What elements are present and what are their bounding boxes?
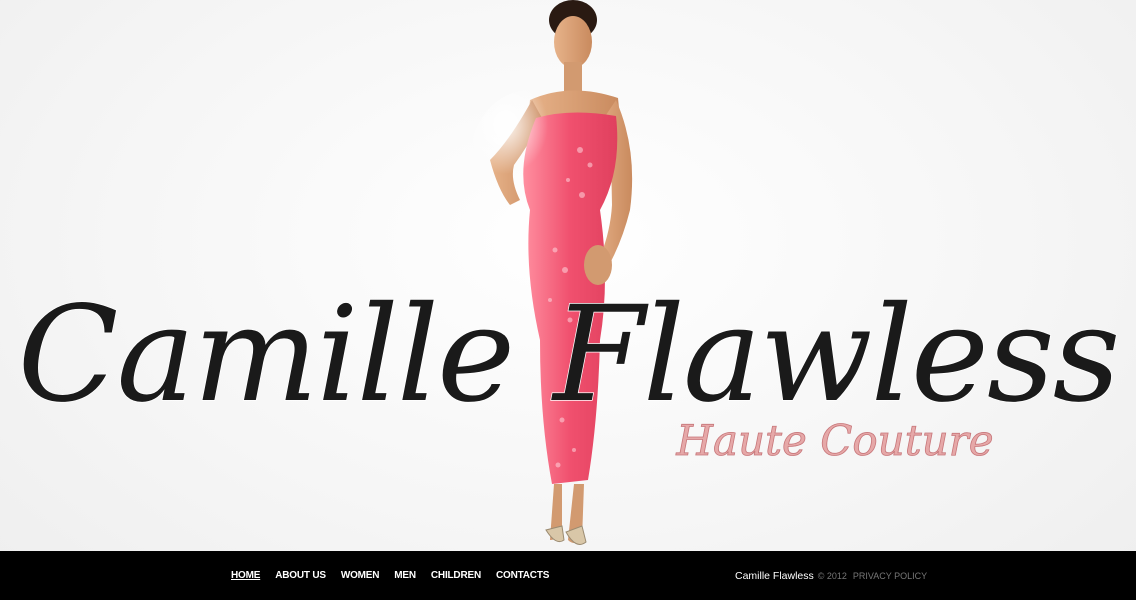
logo-tagline: Haute Couture: [675, 416, 993, 465]
footer-year: © 2012: [817, 570, 847, 581]
nav-item-contacts[interactable]: CONTACTS: [496, 570, 549, 581]
nav-item-home[interactable]: HOME: [231, 570, 260, 581]
nav-item-children[interactable]: CHILDREN: [431, 570, 481, 581]
footer: HOME ABOUT US WOMEN MEN CHILDREN CONTACT…: [0, 551, 1136, 600]
privacy-policy-link[interactable]: PRIVACY POLICY: [853, 571, 927, 581]
copyright: Camille Flawless © 2012 PRIVACY POLICY: [735, 551, 927, 600]
nav-item-women[interactable]: WOMEN: [341, 570, 380, 581]
footer-brand: Camille Flawless: [735, 569, 814, 582]
site-logo[interactable]: Camille Flawless Haute Couture: [0, 255, 1136, 465]
page: Camille Flawless Haute Couture HOME ABOU…: [0, 0, 1136, 600]
nav-item-men[interactable]: MEN: [394, 570, 416, 581]
nav-item-about-us[interactable]: ABOUT US: [275, 570, 326, 581]
logo-title: Camille Flawless: [18, 278, 1119, 432]
main-nav: HOME ABOUT US WOMEN MEN CHILDREN CONTACT…: [231, 551, 564, 600]
